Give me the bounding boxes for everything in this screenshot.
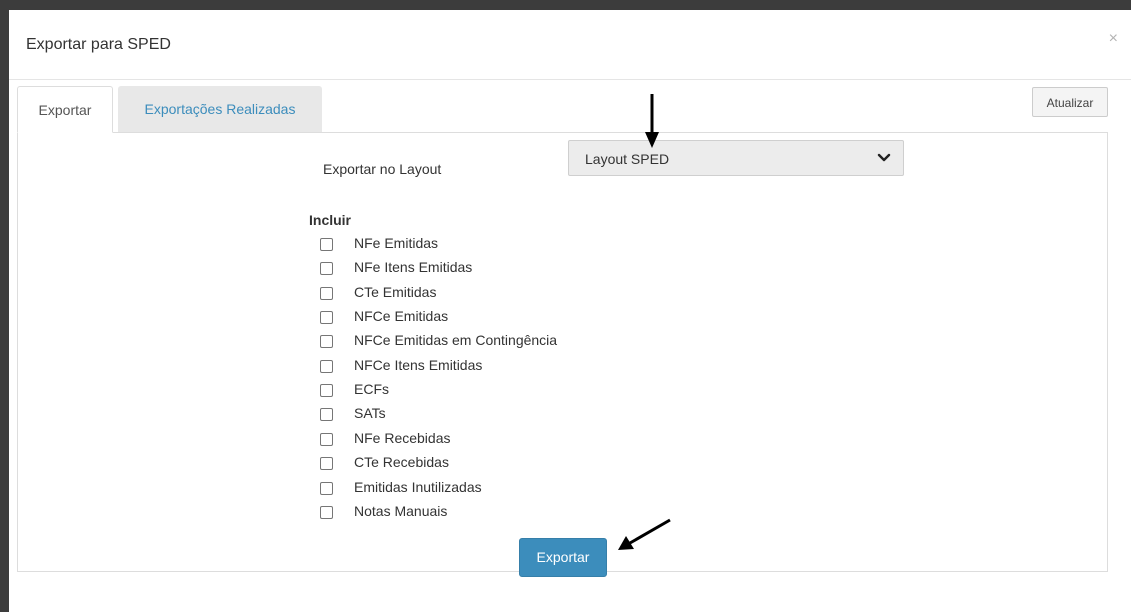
checkbox[interactable] [320, 311, 333, 324]
checkbox[interactable] [320, 482, 333, 495]
checkbox-label: NFe Recebidas [354, 430, 451, 446]
checkbox[interactable] [320, 287, 333, 300]
checkbox-label: NFe Itens Emitidas [354, 259, 473, 275]
checkbox-label: ECFs [354, 381, 389, 397]
checkbox-label: Emitidas Inutilizadas [354, 479, 482, 495]
export-button[interactable]: Exportar [519, 538, 607, 577]
checkbox[interactable] [320, 384, 333, 397]
top-frame-bar [0, 0, 1131, 10]
layout-select[interactable]: Layout SPED [568, 140, 904, 176]
layout-field-label: Exportar no Layout [323, 161, 442, 177]
refresh-button[interactable]: Atualizar [1032, 87, 1108, 117]
checkbox-label: NFe Emitidas [354, 235, 439, 251]
layout-select-value: Layout SPED [585, 151, 670, 167]
dialog-title: Exportar para SPED [26, 36, 171, 53]
annotation-arrow-diagonal-icon [618, 518, 671, 550]
checkbox[interactable] [320, 506, 333, 519]
checkbox[interactable] [320, 433, 333, 446]
checkbox-label: CTe Recebidas [354, 454, 449, 470]
checkbox-label: NFCe Emitidas [354, 308, 449, 324]
annotation-arrow-down-icon [645, 94, 659, 148]
checkbox-label: NFCe Itens Emitidas [354, 357, 483, 373]
checkbox[interactable] [320, 360, 333, 373]
checkbox-label: NFCe Emitidas em Contingência [354, 332, 558, 348]
checkbox-label: CTe Emitidas [354, 284, 437, 300]
tab-exportacoes-realizadas[interactable]: Exportações Realizadas [118, 86, 322, 132]
tab-exportar[interactable]: Exportar [17, 86, 113, 133]
close-icon[interactable]: × [1109, 30, 1118, 48]
checkbox[interactable] [320, 335, 333, 348]
left-frame-bar [0, 0, 9, 612]
checkbox-label: Notas Manuais [354, 503, 448, 519]
include-section-title: Incluir [309, 212, 352, 228]
checkbox[interactable] [320, 262, 333, 275]
tab-content-panel [17, 132, 1108, 572]
dialog-header: Exportar para SPED × [9, 10, 1131, 80]
checkbox[interactable] [320, 408, 333, 421]
checkbox[interactable] [320, 238, 333, 251]
checkbox-label: SATs [354, 405, 386, 421]
checkbox[interactable] [320, 457, 333, 470]
chevron-down-icon [877, 153, 891, 162]
